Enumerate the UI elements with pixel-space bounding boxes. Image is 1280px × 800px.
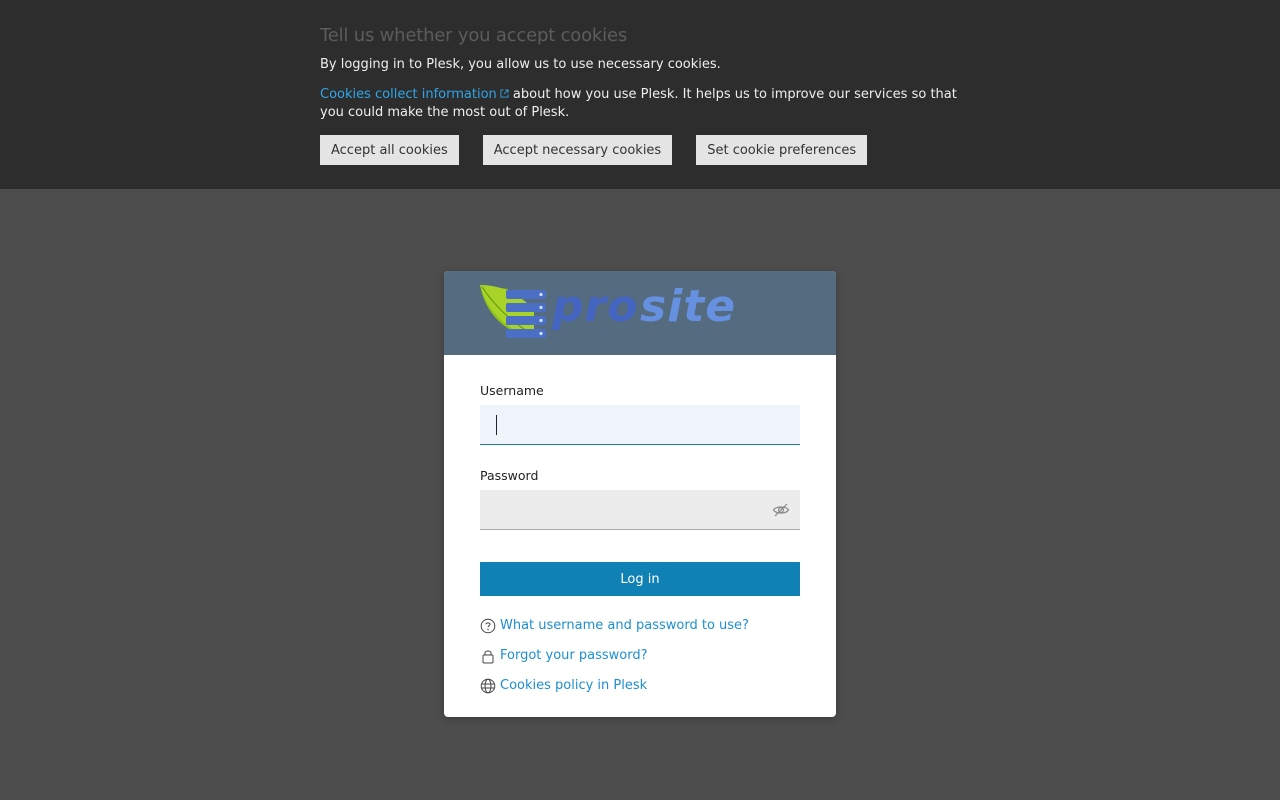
username-label: Username: [480, 383, 544, 398]
help-link-cookies-policy-label: Cookies policy in Plesk: [500, 678, 648, 693]
password-input[interactable]: [480, 490, 800, 530]
svg-text:pro: pro: [551, 281, 638, 332]
cookie-banner-text: By logging in to Plesk, you allow us to …: [320, 57, 721, 72]
password-field-wrap: [480, 490, 800, 530]
login-card-header: pro site: [444, 271, 836, 355]
help-link-credentials-label: What username and password to use?: [500, 618, 749, 633]
cookie-banner-title: Tell us whether you accept cookies: [320, 25, 628, 46]
help-link-cookies-policy[interactable]: Cookies policy in Plesk: [480, 676, 800, 696]
accept-all-cookies-button[interactable]: Accept all cookies: [320, 135, 459, 165]
password-label: Password: [480, 468, 539, 483]
cookie-banner-content: Tell us whether you accept cookies By lo…: [320, 24, 960, 122]
login-card: pro site Username Password Log in What u…: [444, 271, 836, 717]
help-links: What username and password to use? Forgo…: [480, 616, 800, 696]
set-cookie-preferences-button[interactable]: Set cookie preferences: [696, 135, 868, 165]
login-button[interactable]: Log in: [480, 562, 800, 596]
username-input[interactable]: [480, 405, 800, 445]
question-circle-icon: [480, 618, 496, 634]
prosite-logo: pro site: [480, 281, 736, 338]
eye-slash-icon[interactable]: [772, 502, 790, 518]
cookie-banner-info: Cookies collect information about how yo…: [320, 86, 960, 122]
help-link-credentials[interactable]: What username and password to use?: [480, 616, 800, 636]
cookies-info-link-text: Cookies collect information: [320, 87, 497, 102]
globe-icon: [480, 678, 496, 694]
svg-text:site: site: [640, 281, 736, 332]
username-field-wrap: [480, 405, 800, 445]
lock-icon: [482, 650, 494, 664]
external-link-icon: [500, 89, 509, 98]
help-link-forgot-password[interactable]: Forgot your password?: [480, 646, 800, 666]
cookies-info-link[interactable]: Cookies collect information: [320, 87, 509, 102]
cookie-buttons: Accept all cookies Accept necessary cook…: [320, 135, 868, 165]
accept-necessary-cookies-button[interactable]: Accept necessary cookies: [482, 135, 673, 165]
text-caret: [496, 415, 497, 435]
help-link-forgot-password-label: Forgot your password?: [500, 648, 648, 663]
login-form: Username Password Log in What username a…: [444, 355, 836, 696]
cookie-banner: Tell us whether you accept cookies By lo…: [0, 0, 1280, 189]
